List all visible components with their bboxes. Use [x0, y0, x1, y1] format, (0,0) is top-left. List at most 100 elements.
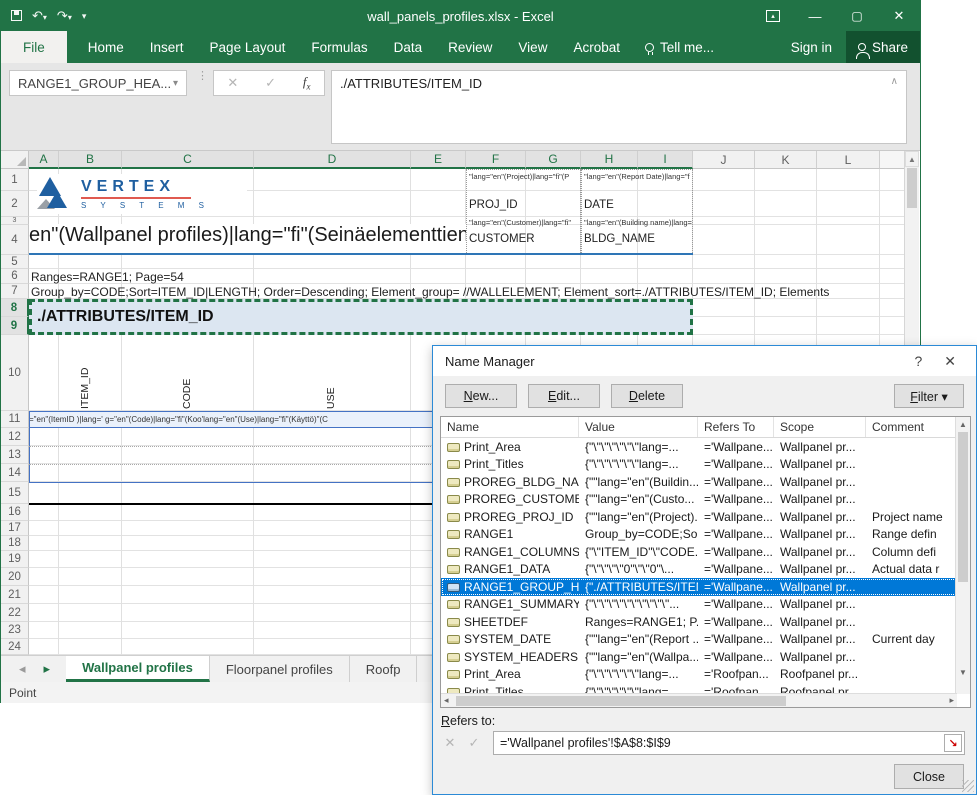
row-header-19[interactable]: 19	[1, 551, 29, 568]
cell-H4[interactable]: BLDG_NAME	[584, 233, 655, 245]
col-header-value[interactable]: Value	[579, 417, 698, 437]
cancel-formula-icon[interactable]: ✕	[227, 75, 238, 91]
cell-H2[interactable]: DATE	[584, 199, 614, 211]
tell-me-box[interactable]: Tell me...	[633, 31, 726, 63]
tab-view[interactable]: View	[505, 31, 560, 63]
customize-qat-icon[interactable]: ▾	[82, 11, 87, 22]
row-header-4[interactable]: 4	[1, 225, 29, 255]
name-row-range1-data[interactable]: RANGE1_DATA{"\"\"\"\"0"\"\"0"\...='Wallp…	[441, 561, 957, 579]
row-header-15[interactable]: 15	[1, 482, 29, 504]
scroll-up-icon[interactable]: ▲	[905, 151, 919, 167]
scrollbar-thumb[interactable]	[958, 432, 968, 582]
row-header-23[interactable]: 23	[1, 622, 29, 639]
row-header-5[interactable]: 5	[1, 255, 29, 269]
row-header-17[interactable]: 17	[1, 521, 29, 536]
formula-input[interactable]: ./ATTRIBUTES/ITEM_ID ∧	[331, 70, 907, 144]
column-header-E[interactable]: E	[411, 151, 466, 169]
share-button[interactable]: Share	[846, 31, 920, 63]
sheet-nav-right-icon[interactable]: ▸	[44, 661, 51, 677]
new-button[interactable]: New...	[445, 384, 517, 408]
column-header-K[interactable]: K	[755, 151, 817, 169]
dialog-close-icon[interactable]: ✕	[936, 353, 964, 370]
collapse-range-picker-icon[interactable]: ↘	[944, 734, 962, 752]
dialog-help-icon[interactable]: ?	[900, 353, 936, 369]
save-icon[interactable]	[11, 9, 22, 24]
rotated-header-item-id[interactable]: ITEM_ID	[79, 339, 91, 409]
refers-to-input[interactable]: ='Wallpanel profiles'!$A$8:$I$9 ↘	[493, 731, 965, 755]
cell-F3[interactable]: "lang="en"(Customer)|lang="fi"	[469, 218, 579, 227]
insert-function-icon[interactable]: fx	[303, 74, 311, 92]
row-header-18[interactable]: 18	[1, 536, 29, 551]
column-header-D[interactable]: D	[254, 151, 411, 169]
names-list-vscrollbar[interactable]: ▲ ▼	[955, 417, 970, 694]
name-row-system-date[interactable]: SYSTEM_DATE{""lang="en"(Report ...='Wall…	[441, 631, 957, 649]
column-header-C[interactable]: C	[122, 151, 254, 169]
col-header-name[interactable]: Name	[441, 417, 579, 437]
cell-A4-title[interactable]: en"(Wallpanel profiles)|lang="fi"(Seinäe…	[29, 224, 466, 253]
row-header-6[interactable]: 6	[1, 269, 29, 284]
commit-refers-icon[interactable]: ✓	[463, 732, 485, 754]
sheet-tab-floorpanel-profiles[interactable]: Floorpanel profiles	[210, 656, 350, 682]
tab-formulas[interactable]: Formulas	[298, 31, 380, 63]
sheet-tab-roofpanel-profiles[interactable]: Roofp	[350, 656, 418, 682]
column-header-G[interactable]: G	[526, 151, 581, 169]
cell-F2[interactable]: PROJ_ID	[469, 199, 518, 211]
delete-button[interactable]: Delete	[611, 384, 683, 408]
row-header-12[interactable]: 12	[1, 428, 29, 446]
dialog-title-bar[interactable]: Name Manager ? ✕	[433, 346, 976, 376]
row-header-7[interactable]: 7	[1, 284, 29, 299]
col-header-scope[interactable]: Scope	[774, 417, 866, 437]
row-header-16[interactable]: 16	[1, 504, 29, 521]
minimize-button[interactable]: —	[794, 1, 836, 31]
name-row-range1-columns[interactable]: RANGE1_COLUMNS{"\"ITEM_ID"\"CODE...='Wal…	[441, 543, 957, 561]
column-header-H[interactable]: H	[581, 151, 638, 169]
row-header-20[interactable]: 20	[1, 568, 29, 586]
names-list-hscrollbar[interactable]: ◂ ▸	[441, 693, 957, 707]
collapse-formula-bar-icon[interactable]: ∧	[891, 76, 898, 87]
col-header-refers[interactable]: Refers To	[698, 417, 774, 437]
sign-in-button[interactable]: Sign in	[777, 31, 846, 63]
name-row-print-area[interactable]: Print_Area{"\"\"\"\"\"\"lang=...='Wallpa…	[441, 438, 957, 456]
scrollbar-thumb[interactable]	[456, 696, 786, 706]
filter-button[interactable]: Filter ▾	[894, 384, 964, 408]
scrollbar-thumb[interactable]	[907, 168, 917, 208]
row-header-3[interactable]: 3	[1, 217, 29, 225]
cell-F4[interactable]: CUSTOMER	[469, 233, 535, 245]
tab-data[interactable]: Data	[381, 31, 436, 63]
name-row-system-headers[interactable]: SYSTEM_HEADERS{""lang="en"(Wallpa...='Wa…	[441, 648, 957, 666]
enter-formula-icon[interactable]: ✓	[265, 75, 276, 91]
row-header-24[interactable]: 24	[1, 639, 29, 655]
cell-A6[interactable]: Ranges=RANGE1; Page=54	[31, 270, 184, 284]
scroll-right-icon[interactable]: ▸	[946, 695, 957, 706]
rotated-header-use[interactable]: USE	[325, 339, 337, 409]
close-dialog-button[interactable]: Close	[894, 764, 964, 789]
row-header-21[interactable]: 21	[1, 586, 29, 604]
column-header-B[interactable]: B	[59, 151, 122, 169]
name-row-proreg-proj-id[interactable]: PROREG_PROJ_ID{""lang="en"(Project)...='…	[441, 508, 957, 526]
row-header-9[interactable]: 9	[1, 317, 29, 335]
name-row-range1-group-hea-[interactable]: RANGE1_GROUP_HEA...{"./ATTRIBUTES/ITEM..…	[441, 578, 957, 596]
name-box[interactable]: RANGE1_GROUP_HEA... ▾	[9, 70, 187, 96]
name-row-sheetdef[interactable]: SHEETDEFRanges=RANGE1; P...='Wallpane...…	[441, 613, 957, 631]
redo-icon[interactable]: ↷▾	[57, 8, 72, 24]
resize-grip[interactable]	[962, 780, 974, 792]
name-row-print-titles[interactable]: Print_Titles{"\"\"\"\"\"\"lang=...='Wall…	[441, 456, 957, 474]
name-row-range1[interactable]: RANGE1Group_by=CODE;So...='Wallpane...Wa…	[441, 526, 957, 544]
scroll-up-icon[interactable]: ▲	[956, 417, 970, 432]
tab-home[interactable]: Home	[75, 31, 137, 63]
scroll-left-icon[interactable]: ◂	[441, 695, 452, 706]
name-row-range1-summary[interactable]: RANGE1_SUMMARY{"\"\"\"\"\"\"\"\"\"\"...=…	[441, 596, 957, 614]
selected-range-A8-I9[interactable]: ./ATTRIBUTES/ITEM_ID	[29, 299, 693, 335]
cancel-refers-icon[interactable]: ✕	[439, 732, 461, 754]
name-row-proreg-bldg-name[interactable]: PROREG_BLDG_NAME{""lang="en"(Buildin...=…	[441, 473, 957, 491]
rotated-header-code[interactable]: CODE	[181, 339, 193, 409]
tab-page-layout[interactable]: Page Layout	[197, 31, 299, 63]
maximize-button[interactable]: ▢	[836, 1, 878, 31]
cell-H3[interactable]: "lang="en"(Building name)|lang="	[584, 218, 692, 227]
ribbon-display-options-icon[interactable]: ▴	[752, 1, 794, 31]
name-row-print-area[interactable]: Print_Area{"\"\"\"\"\"\"lang=...='Roofpa…	[441, 666, 957, 684]
cell-F1[interactable]: "lang="en"(Project)|lang="fi"(P	[469, 172, 579, 181]
row-header-1[interactable]: 1	[1, 169, 29, 191]
column-header-J[interactable]: J	[693, 151, 755, 169]
row-header-11[interactable]: 11	[1, 411, 29, 428]
